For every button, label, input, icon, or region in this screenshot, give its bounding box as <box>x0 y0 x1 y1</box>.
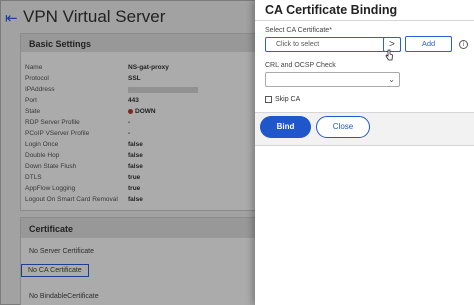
info-icon[interactable]: i <box>459 40 468 49</box>
divider <box>255 20 474 21</box>
skip-ca-label: Skip CA <box>275 96 301 103</box>
skip-ca-checkbox[interactable] <box>265 96 272 103</box>
close-button[interactable]: Close <box>316 116 370 138</box>
ca-certificate-binding-dialog: CA Certificate Binding Select CA Certifi… <box>255 0 474 305</box>
add-button[interactable]: Add <box>405 36 452 52</box>
dialog-title: CA Certificate Binding <box>265 3 398 17</box>
divider <box>255 145 474 146</box>
crl-ocsp-select[interactable]: ⌄ <box>265 72 400 87</box>
select-ca-field[interactable]: Click to select > <box>265 37 401 52</box>
select-ca-label: Select CA Certificate* <box>265 27 332 34</box>
select-ca-placeholder: Click to select <box>276 41 320 48</box>
chevron-down-icon: ⌄ <box>388 75 395 84</box>
crl-ocsp-label: CRL and OCSP Check <box>265 62 336 69</box>
dialog-footer: Bind Close <box>255 113 474 145</box>
bind-button[interactable]: Bind <box>260 116 311 138</box>
hand-cursor-icon <box>385 49 393 61</box>
